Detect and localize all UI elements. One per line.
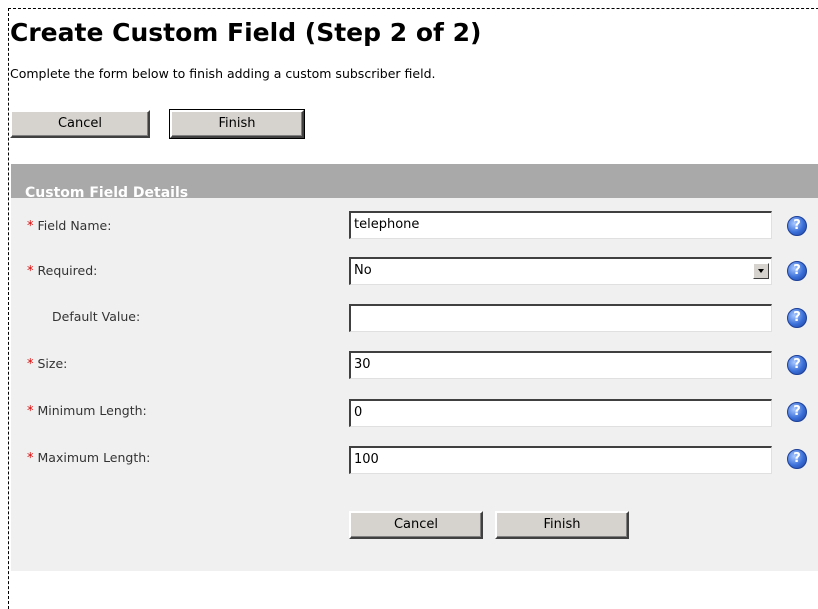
default-value-input[interactable] <box>349 304 772 332</box>
top-finish-button[interactable]: Finish <box>170 110 304 138</box>
field-name-input[interactable]: telephone <box>349 211 772 239</box>
page-title: Create Custom Field (Step 2 of 2) <box>10 18 482 47</box>
help-icon[interactable]: ? <box>787 261 807 281</box>
bottom-cancel-button[interactable]: Cancel <box>349 511 483 539</box>
minimum-length-label: * Minimum Length: <box>27 403 147 419</box>
default-value-label: Default Value: <box>52 309 141 324</box>
required-marker: * <box>27 451 34 466</box>
help-icon[interactable]: ? <box>787 355 807 375</box>
required-select[interactable]: No <box>349 257 772 285</box>
help-icon[interactable]: ? <box>787 216 807 236</box>
required-marker: * <box>27 219 34 234</box>
maximum-length-label: * Maximum Length: <box>27 450 151 466</box>
field-name-label: * Field Name: <box>27 218 112 234</box>
help-icon[interactable]: ? <box>787 402 807 422</box>
required-marker: * <box>27 404 34 419</box>
bottom-finish-button[interactable]: Finish <box>495 511 629 539</box>
required-marker: * <box>27 357 34 372</box>
page-intro: Complete the form below to finish adding… <box>10 66 436 81</box>
required-marker: * <box>27 264 34 279</box>
help-icon[interactable]: ? <box>787 308 807 328</box>
minimum-length-input[interactable]: 0 <box>349 399 772 427</box>
top-cancel-button[interactable]: Cancel <box>10 110 150 138</box>
chevron-down-icon[interactable] <box>753 263 769 279</box>
maximum-length-input[interactable]: 100 <box>349 446 772 474</box>
size-label: * Size: <box>27 356 68 372</box>
required-label: * Required: <box>27 263 98 279</box>
help-icon[interactable]: ? <box>787 449 807 469</box>
size-input[interactable]: 30 <box>349 351 772 379</box>
section-header: Custom Field Details <box>11 164 818 198</box>
required-select-value: No <box>354 263 372 278</box>
